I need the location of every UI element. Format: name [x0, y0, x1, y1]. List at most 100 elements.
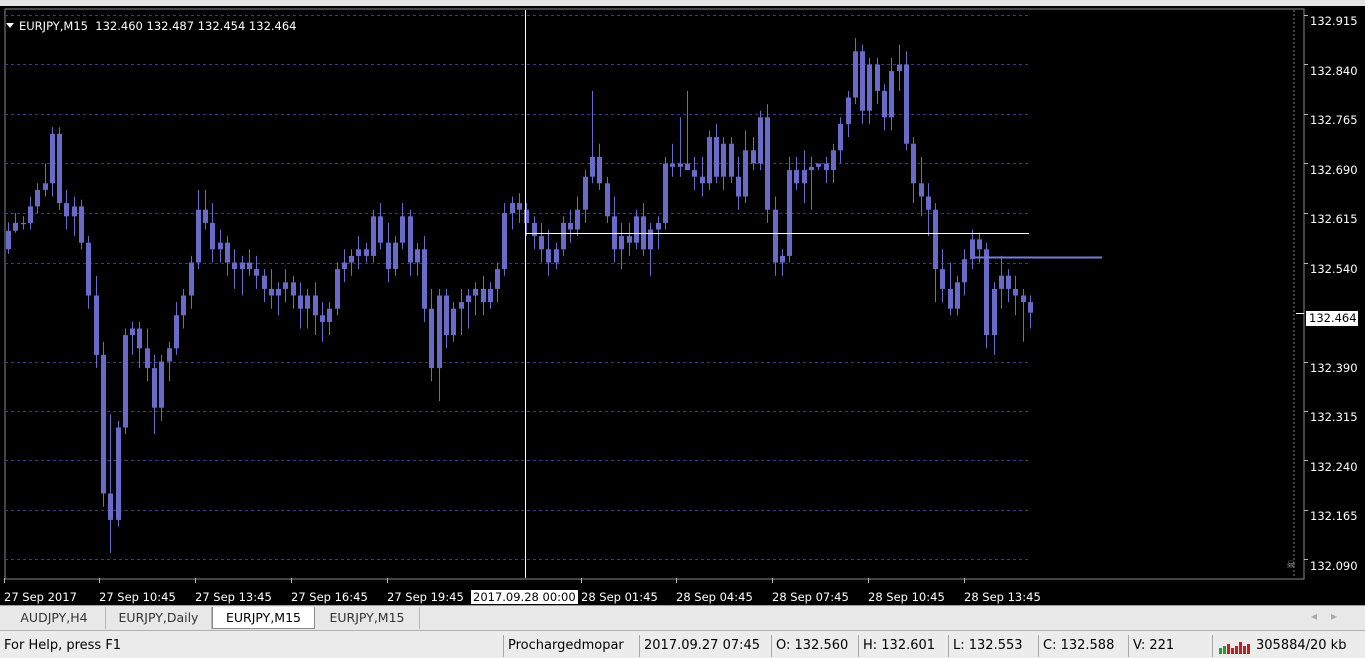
candle-body	[546, 249, 551, 263]
candle-body	[875, 64, 880, 91]
candle-body	[371, 216, 376, 256]
time-tick-label: 28 Sep 04:45	[676, 590, 753, 604]
tab-eurjpy-daily[interactable]: EURJPY,Daily	[106, 607, 212, 629]
candle-body	[962, 259, 967, 283]
candle-body	[444, 295, 449, 336]
candle-body	[846, 97, 851, 124]
candle-body	[94, 295, 99, 355]
price-tick-label: 132.540	[1310, 261, 1358, 276]
candle-body	[203, 209, 208, 223]
candle-body	[780, 255, 785, 263]
candle-body	[145, 348, 150, 369]
candle-body	[356, 249, 361, 256]
candle-body	[692, 170, 697, 177]
candle-body	[561, 222, 566, 250]
candle-body	[108, 493, 113, 520]
candle-body	[575, 209, 580, 230]
price-tick-label: 132.840	[1310, 63, 1358, 78]
candle-body	[196, 209, 201, 263]
candle-body	[889, 71, 894, 118]
price-tick-label: 132.915	[1310, 14, 1358, 28]
candle-body	[50, 133, 55, 184]
candle-body	[721, 143, 726, 177]
chart-plot[interactable]: ☠	[0, 6, 1365, 605]
candle-body	[130, 328, 135, 336]
candle-body	[210, 222, 215, 250]
bar-close: C: 132.588	[1038, 635, 1126, 657]
candle-body	[43, 183, 48, 190]
candle-body	[218, 242, 223, 250]
plot-border	[4, 8, 1305, 580]
candle-body	[473, 288, 478, 296]
candle-body	[758, 117, 763, 164]
tab-scroll-arrows[interactable]: ◂▸	[1311, 609, 1351, 623]
time-tick-label: 28 Sep 13:45	[964, 590, 1041, 604]
candle-body	[787, 170, 792, 256]
signal-bar	[1219, 648, 1222, 654]
candle-body	[904, 64, 909, 144]
candle-body	[320, 315, 325, 322]
tab-audjpy-h4[interactable]: AUDJPY,H4	[3, 607, 106, 629]
candle-body	[262, 275, 267, 289]
candle-body	[824, 163, 829, 171]
candle-body	[335, 269, 340, 309]
candle-body	[736, 176, 741, 197]
chevron-left-icon[interactable]: ◂	[1311, 609, 1331, 623]
candle-body	[21, 222, 26, 225]
tab-eurjpy-m15[interactable]: EURJPY,M15	[315, 607, 420, 629]
caret-down-icon[interactable]	[6, 23, 14, 28]
candle-body	[6, 230, 11, 250]
candle-body	[123, 335, 128, 428]
candle-body	[860, 51, 865, 111]
candle-body	[773, 209, 778, 263]
status-bar: For Help, press F1 Prochargedmopar 2017.…	[0, 630, 1365, 658]
ohlc-readout: 132.460 132.487 132.454 132.464	[95, 19, 297, 33]
time-tick-label: 27 Sep 13:45	[195, 590, 272, 604]
candle-body	[940, 269, 945, 289]
bar-high: H: 132.601	[858, 635, 945, 657]
tab-eurjpy-m15-active[interactable]: EURJPY,M15	[212, 607, 315, 629]
candle-body	[605, 183, 610, 217]
candle-body	[393, 242, 398, 270]
candle-body	[429, 308, 434, 369]
candle-body	[349, 255, 354, 263]
candle-body	[517, 203, 522, 210]
candle-body	[364, 249, 369, 256]
candle-body	[137, 328, 142, 349]
bar-open: O: 132.560	[771, 635, 856, 657]
candle-body	[743, 150, 748, 197]
chart-window[interactable]: ☠ EURJPY,M15 132.460 132.487 132.454 132…	[0, 6, 1365, 605]
candle-body	[539, 236, 544, 250]
signal-bar	[1243, 646, 1246, 654]
candle-body	[853, 51, 858, 98]
candle-body	[451, 308, 456, 336]
candle-body	[488, 288, 493, 303]
candle-body	[510, 203, 515, 213]
signal-bar	[1227, 644, 1230, 654]
current-price-label: 132.464	[1306, 311, 1358, 326]
candle-body	[670, 163, 675, 167]
price-tick-label: 132.615	[1310, 212, 1358, 226]
price-tick-label: 132.690	[1310, 162, 1358, 177]
candle-body	[678, 163, 683, 167]
price-tick-label: 132.765	[1310, 113, 1358, 127]
candle-body	[189, 262, 194, 296]
candle-body	[729, 143, 734, 177]
candle-body	[648, 229, 653, 250]
candle-body	[116, 427, 121, 520]
chevron-right-icon[interactable]: ▸	[1331, 609, 1351, 623]
signal-bar	[1231, 648, 1234, 654]
candle-body	[327, 308, 332, 322]
candle-body	[926, 196, 931, 210]
price-tick-label: 132.390	[1310, 360, 1358, 375]
candle-body	[79, 206, 84, 243]
candle-body	[342, 262, 347, 270]
candle-body	[867, 64, 872, 111]
candle-body	[152, 368, 157, 408]
candle-body	[999, 275, 1004, 289]
candle-body	[627, 236, 632, 243]
candle-body	[1021, 295, 1026, 303]
candle-body	[386, 242, 391, 270]
candle-body	[897, 64, 902, 72]
candle-body	[933, 209, 938, 270]
